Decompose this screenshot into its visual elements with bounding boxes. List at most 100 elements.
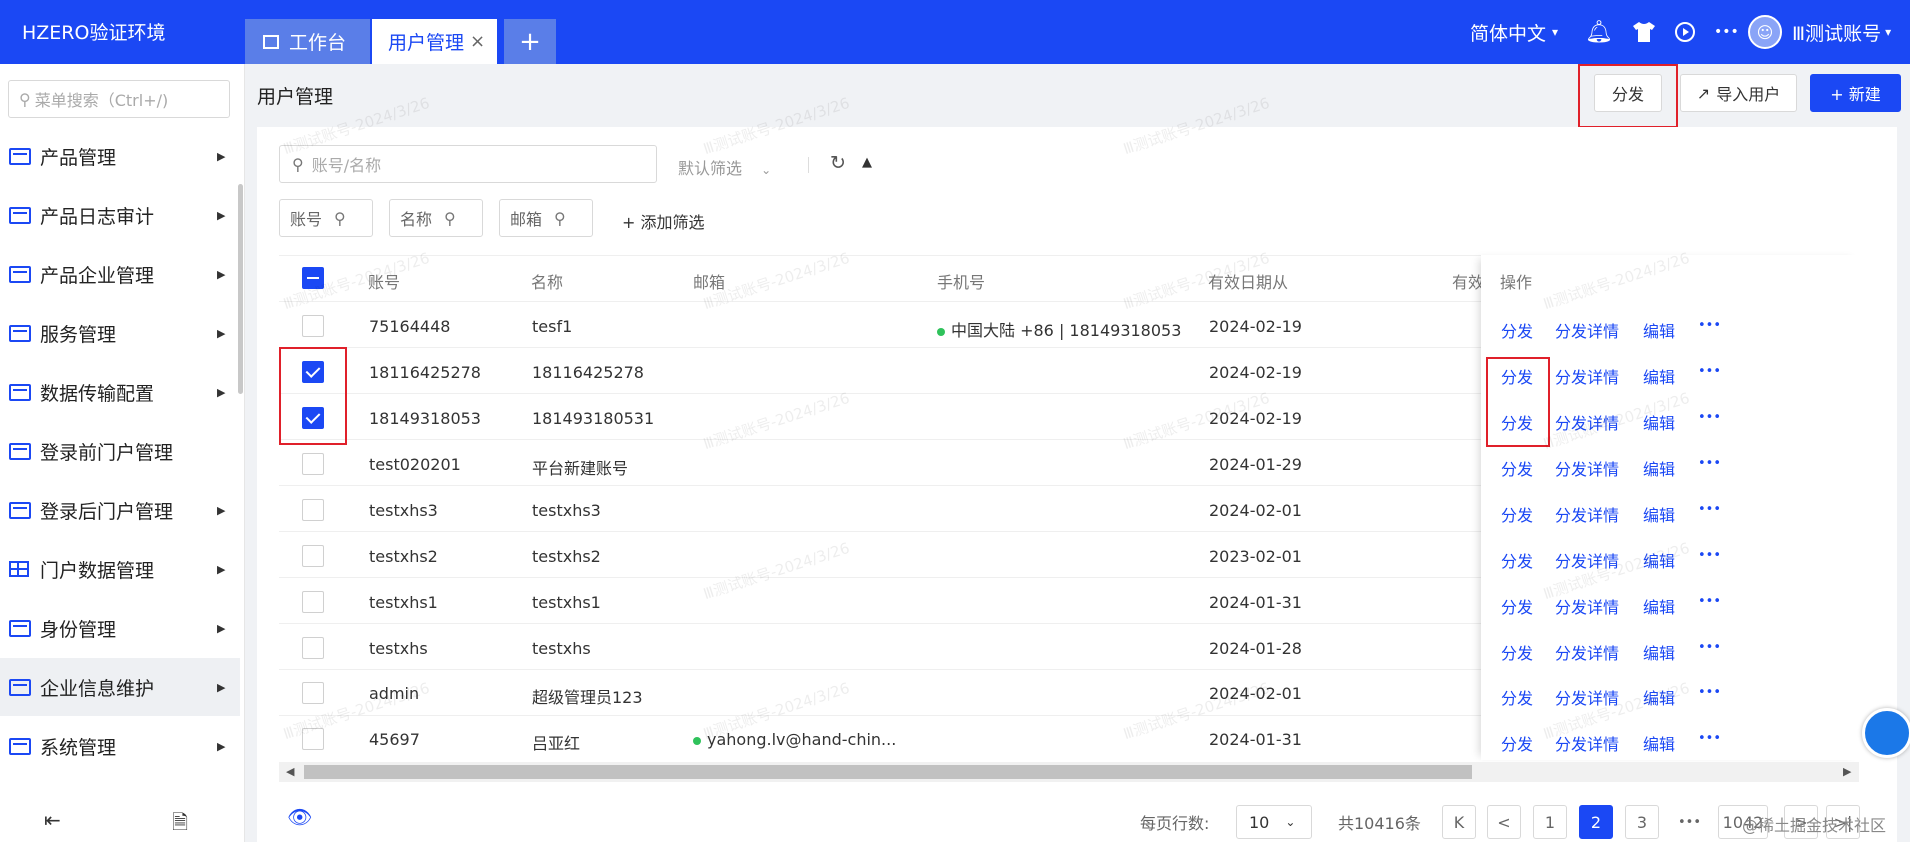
default-filter-select[interactable]: 默认筛选 ⌄: [678, 155, 771, 179]
distribute-link[interactable]: 分发: [1501, 594, 1533, 618]
sidebar-item-product[interactable]: 产品管理 ▶: [0, 127, 240, 185]
edit-link[interactable]: 编辑: [1643, 502, 1675, 526]
sidebar-item-pre-login-portal[interactable]: 登录前门户管理: [0, 422, 240, 480]
more-actions-icon[interactable]: •••: [1698, 640, 1721, 655]
more-actions-icon[interactable]: •••: [1698, 731, 1721, 746]
more-actions-icon[interactable]: •••: [1698, 410, 1721, 425]
row-checkbox[interactable]: [302, 315, 324, 337]
filter-chip-name[interactable]: 名称 ⚲: [389, 199, 483, 237]
close-icon[interactable]: ×: [470, 31, 485, 52]
eye-icon[interactable]: 👁︎: [287, 805, 312, 829]
page-button[interactable]: 3: [1625, 805, 1659, 839]
row-checkbox[interactable]: [302, 545, 324, 567]
sidebar-item-enterprise-info[interactable]: 企业信息维护 ▶: [0, 658, 240, 716]
distribute-details-link[interactable]: 分发详情: [1555, 548, 1619, 572]
more-actions-icon[interactable]: •••: [1698, 594, 1721, 609]
refresh-icon[interactable]: ↻: [830, 152, 846, 174]
prev-page-button[interactable]: <: [1487, 805, 1521, 839]
sidebar-item-portal-data[interactable]: 门户数据管理 ▶: [0, 540, 240, 598]
row-checkbox[interactable]: [302, 637, 324, 659]
row-checkbox[interactable]: [302, 682, 324, 704]
column-header-valid-to[interactable]: 有效: [1452, 269, 1484, 293]
distribute-link[interactable]: 分发: [1501, 548, 1533, 572]
bell-icon[interactable]: 🔔︎: [1585, 14, 1613, 50]
row-checkbox[interactable]: [302, 728, 324, 750]
filter-chip-account[interactable]: 账号 ⚲: [279, 199, 373, 237]
select-all-checkbox[interactable]: [302, 267, 324, 289]
first-page-button[interactable]: K: [1442, 805, 1476, 839]
column-header-phone[interactable]: 手机号: [937, 269, 985, 293]
sidebar-scrollbar[interactable]: [238, 184, 243, 394]
more-actions-icon[interactable]: •••: [1698, 685, 1721, 700]
language-select[interactable]: 简体中文 ▾: [1470, 14, 1558, 50]
collapse-menu-icon[interactable]: ⇤: [44, 808, 61, 832]
sidebar-item-data-transfer[interactable]: 数据传输配置 ▶: [0, 363, 240, 421]
pagination-ellipsis[interactable]: •••: [1678, 805, 1701, 839]
edit-link[interactable]: 编辑: [1643, 548, 1675, 572]
more-actions-icon[interactable]: •••: [1698, 502, 1721, 517]
sidebar-item-identity[interactable]: 身份管理 ▶: [0, 599, 240, 657]
column-header-name[interactable]: 名称: [531, 269, 563, 293]
distribute-details-link[interactable]: 分发详情: [1555, 640, 1619, 664]
sidebar-item-product-log-audit[interactable]: 产品日志审计 ▶: [0, 186, 240, 244]
tab-workbench[interactable]: 工作台: [245, 19, 370, 64]
row-checkbox[interactable]: [302, 453, 324, 475]
collapse-up-icon[interactable]: ▲: [862, 155, 872, 170]
filter-chip-email[interactable]: 邮箱 ⚲: [499, 199, 593, 237]
rows-per-page-select[interactable]: 10 ⌄: [1236, 805, 1312, 839]
scroll-right-icon[interactable]: ▶: [1843, 765, 1851, 778]
distribute-details-link[interactable]: 分发详情: [1555, 685, 1619, 709]
distribute-link[interactable]: 分发: [1501, 318, 1533, 342]
sidebar-item-post-login-portal[interactable]: 登录后门户管理 ▶: [0, 481, 240, 539]
column-header-valid-from[interactable]: 有效日期从: [1208, 269, 1288, 293]
distribute-link[interactable]: 分发: [1501, 456, 1533, 480]
add-tab-button[interactable]: +: [504, 19, 556, 64]
distribute-details-link[interactable]: 分发详情: [1555, 502, 1619, 526]
column-header-account[interactable]: 账号: [368, 269, 400, 293]
column-header-email[interactable]: 邮箱: [693, 269, 725, 293]
edit-link[interactable]: 编辑: [1643, 318, 1675, 342]
search-input[interactable]: ⚲ 账号/名称: [279, 145, 657, 183]
row-checkbox[interactable]: [302, 499, 324, 521]
edit-link[interactable]: 编辑: [1643, 364, 1675, 388]
distribute-link[interactable]: 分发: [1501, 640, 1533, 664]
document-icon[interactable]: 🗎︎: [172, 808, 188, 842]
distribute-link[interactable]: 分发: [1501, 731, 1533, 755]
distribute-details-link[interactable]: 分发详情: [1555, 731, 1619, 755]
sidebar-item-system[interactable]: 系统管理 ▶: [0, 717, 240, 775]
horizontal-scroll-thumb[interactable]: [304, 765, 1472, 779]
edit-link[interactable]: 编辑: [1643, 594, 1675, 618]
distribute-details-link[interactable]: 分发详情: [1555, 410, 1619, 434]
distribute-details-link[interactable]: 分发详情: [1555, 364, 1619, 388]
create-button[interactable]: + 新建: [1810, 74, 1901, 112]
page-button[interactable]: 1: [1533, 805, 1567, 839]
distribute-details-link[interactable]: 分发详情: [1555, 456, 1619, 480]
more-actions-icon[interactable]: •••: [1698, 318, 1721, 333]
import-users-button[interactable]: ↗︎ 导入用户: [1680, 74, 1797, 112]
app-title[interactable]: HZERO验证环境: [22, 18, 165, 45]
play-icon[interactable]: [1674, 14, 1696, 50]
edit-link[interactable]: 编辑: [1643, 410, 1675, 434]
more-actions-icon[interactable]: •••: [1698, 364, 1721, 379]
scroll-left-icon[interactable]: ◀: [286, 765, 294, 778]
help-chat-icon[interactable]: [1862, 708, 1910, 758]
more-actions-icon[interactable]: •••: [1698, 456, 1721, 471]
page-button-current[interactable]: 2: [1579, 805, 1613, 839]
distribute-link[interactable]: 分发: [1501, 685, 1533, 709]
edit-link[interactable]: 编辑: [1643, 731, 1675, 755]
distribute-link[interactable]: 分发: [1501, 502, 1533, 526]
sidebar-item-service[interactable]: 服务管理 ▶: [0, 304, 240, 362]
shirt-icon[interactable]: [1632, 14, 1656, 50]
menu-search-input[interactable]: ⚲ 菜单搜索（Ctrl+/): [8, 80, 230, 118]
tab-user-management[interactable]: 用户管理 ×: [372, 19, 497, 64]
edit-link[interactable]: 编辑: [1643, 685, 1675, 709]
row-checkbox[interactable]: [302, 591, 324, 613]
add-filter-button[interactable]: + 添加筛选: [622, 209, 705, 233]
distribute-details-link[interactable]: 分发详情: [1555, 594, 1619, 618]
edit-link[interactable]: 编辑: [1643, 456, 1675, 480]
sidebar-item-product-enterprise[interactable]: 产品企业管理 ▶: [0, 245, 240, 303]
edit-link[interactable]: 编辑: [1643, 640, 1675, 664]
user-menu[interactable]: ☺ Ⅲ测试账号 ▾: [1748, 14, 1891, 50]
more-icon[interactable]: •••: [1714, 14, 1739, 50]
distribute-details-link[interactable]: 分发详情: [1555, 318, 1619, 342]
